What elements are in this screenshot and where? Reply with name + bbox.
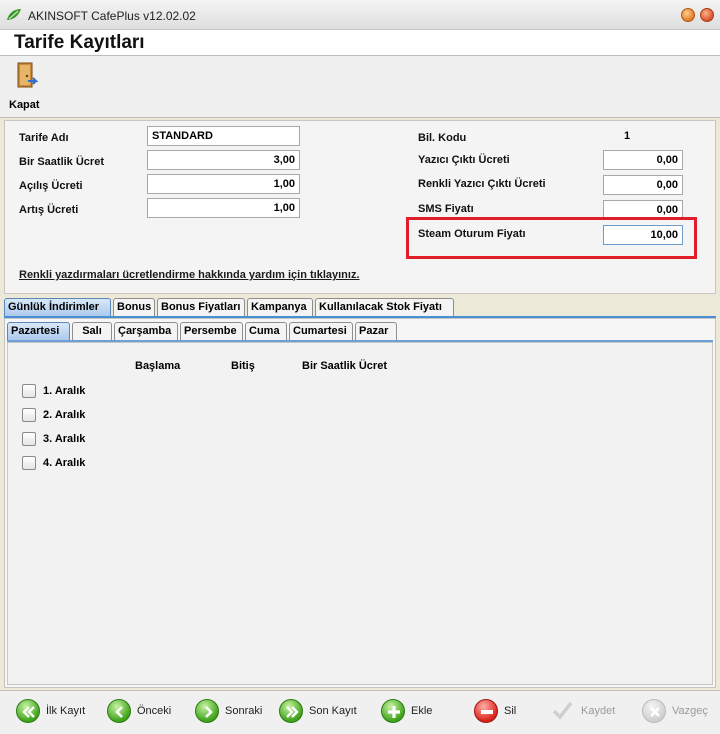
tab-monday[interactable]: Pazartesi: [7, 322, 70, 341]
delete-button[interactable]: Sil: [474, 699, 524, 725]
next-record-button[interactable]: Sonraki: [195, 699, 269, 725]
column-header-start: Başlama: [135, 360, 181, 372]
tab-friday[interactable]: Cuma: [245, 322, 287, 340]
app-leaf-icon: [7, 9, 21, 20]
interval-2-checkbox[interactable]: [22, 408, 36, 422]
increment-fee-label: Artış Ücreti: [19, 204, 79, 216]
tariff-name-input[interactable]: STANDARD: [147, 126, 300, 146]
steam-price-highlight: [406, 217, 697, 259]
page-title: Tarife Kayıtları: [14, 32, 145, 53]
add-label: Ekle: [411, 705, 433, 717]
interval-2-label: 2. Aralık: [43, 409, 86, 421]
close-window-button[interactable]: [700, 8, 714, 22]
delete-label: Sil: [504, 705, 517, 717]
record-navigation-bar: İlk Kayıt Önceki Sonraki Son Kayıt Ekle …: [0, 690, 720, 734]
hourly-fee-input[interactable]: 3,00: [147, 150, 300, 170]
previous-record-label: Önceki: [137, 705, 172, 717]
page-header: Tarife Kayıtları: [0, 30, 720, 56]
tariff-name-label: Tarife Adı: [19, 132, 69, 144]
first-record-label: İlk Kayıt: [46, 705, 86, 717]
bil-code-value: 1: [624, 130, 631, 142]
main-tabs: Günlük İndirimler Bonus Bonus Fiyatları …: [4, 298, 716, 317]
title-bar: AKINSOFT CafePlus v12.02.02: [0, 0, 720, 30]
door-exit-icon: [17, 62, 38, 88]
day-tabs: Pazartesi Salı Çarşamba Persembe Cuma Cu…: [7, 322, 713, 341]
add-button[interactable]: Ekle: [381, 699, 441, 725]
printer-fee-label: Yazıcı Çıktı Ücreti: [418, 154, 510, 166]
cancel-x-icon: [642, 699, 666, 723]
color-print-help-link[interactable]: Renkli yazdırmaları ücretlendirme hakkın…: [19, 269, 360, 281]
interval-4-label: 4. Aralık: [43, 457, 86, 469]
tab-daily-discounts[interactable]: Günlük İndirimler: [4, 298, 111, 317]
toolbar: Kapat: [0, 56, 720, 118]
tab-wednesday[interactable]: Çarşamba: [114, 322, 178, 340]
tab-thursday[interactable]: Persembe: [180, 322, 243, 340]
last-record-icon: [279, 699, 303, 723]
interval-3-checkbox[interactable]: [22, 432, 36, 446]
increment-fee-input[interactable]: 1,00: [147, 198, 300, 218]
bil-code-label: Bil. Kodu: [418, 132, 467, 144]
column-header-hourly-fee: Bir Saatlik Ücret: [302, 360, 387, 372]
tab-stock-price[interactable]: Kullanılacak Stok Fiyatı: [315, 298, 454, 316]
close-button-label: Kapat: [9, 99, 40, 111]
cancel-label: Vazgeç: [672, 705, 708, 717]
tab-tuesday[interactable]: Salı: [72, 322, 112, 340]
save-button[interactable]: Kaydet: [551, 699, 625, 725]
tab-bonus[interactable]: Bonus: [113, 298, 155, 316]
opening-fee-input[interactable]: 1,00: [147, 174, 300, 194]
color-printer-fee-input[interactable]: 0,00: [603, 175, 683, 195]
next-icon: [195, 699, 219, 723]
minus-icon: [474, 699, 498, 723]
color-printer-fee-label: Renkli Yazıcı Çıktı Ücreti: [418, 178, 546, 190]
tab-saturday[interactable]: Cumartesi: [289, 322, 353, 340]
interval-4-checkbox[interactable]: [22, 456, 36, 470]
interval-3-label: 3. Aralık: [43, 433, 86, 445]
monday-panel: [7, 342, 713, 685]
tab-sunday[interactable]: Pazar: [355, 322, 397, 340]
interval-1-label: 1. Aralık: [43, 385, 86, 397]
sms-price-label: SMS Fiyatı: [418, 203, 474, 215]
last-record-label: Son Kayıt: [309, 705, 357, 717]
printer-fee-input[interactable]: 0,00: [603, 150, 683, 170]
first-record-icon: [16, 699, 40, 723]
next-record-label: Sonraki: [225, 705, 263, 717]
minimize-button[interactable]: [681, 8, 695, 22]
last-record-button[interactable]: Son Kayıt: [279, 699, 361, 725]
first-record-button[interactable]: İlk Kayıt: [16, 699, 96, 725]
opening-fee-label: Açılış Ücreti: [19, 180, 83, 192]
tab-campaign[interactable]: Kampanya: [247, 298, 313, 316]
cancel-button[interactable]: Vazgeç: [642, 699, 712, 725]
close-button[interactable]: Kapat: [6, 59, 46, 113]
save-label: Kaydet: [581, 705, 616, 717]
window-title: AKINSOFT CafePlus v12.02.02: [28, 9, 196, 23]
tariff-form: Tarife Adı STANDARD Bir Saatlik Ücret 3,…: [4, 120, 716, 294]
checkmark-icon: [551, 699, 575, 723]
interval-1-checkbox[interactable]: [22, 384, 36, 398]
tab-bonus-prices[interactable]: Bonus Fiyatları: [157, 298, 245, 316]
hourly-fee-label: Bir Saatlik Ücret: [19, 156, 104, 168]
plus-icon: [381, 699, 405, 723]
previous-icon: [107, 699, 131, 723]
previous-record-button[interactable]: Önceki: [107, 699, 177, 725]
column-header-end: Bitiş: [231, 360, 255, 372]
